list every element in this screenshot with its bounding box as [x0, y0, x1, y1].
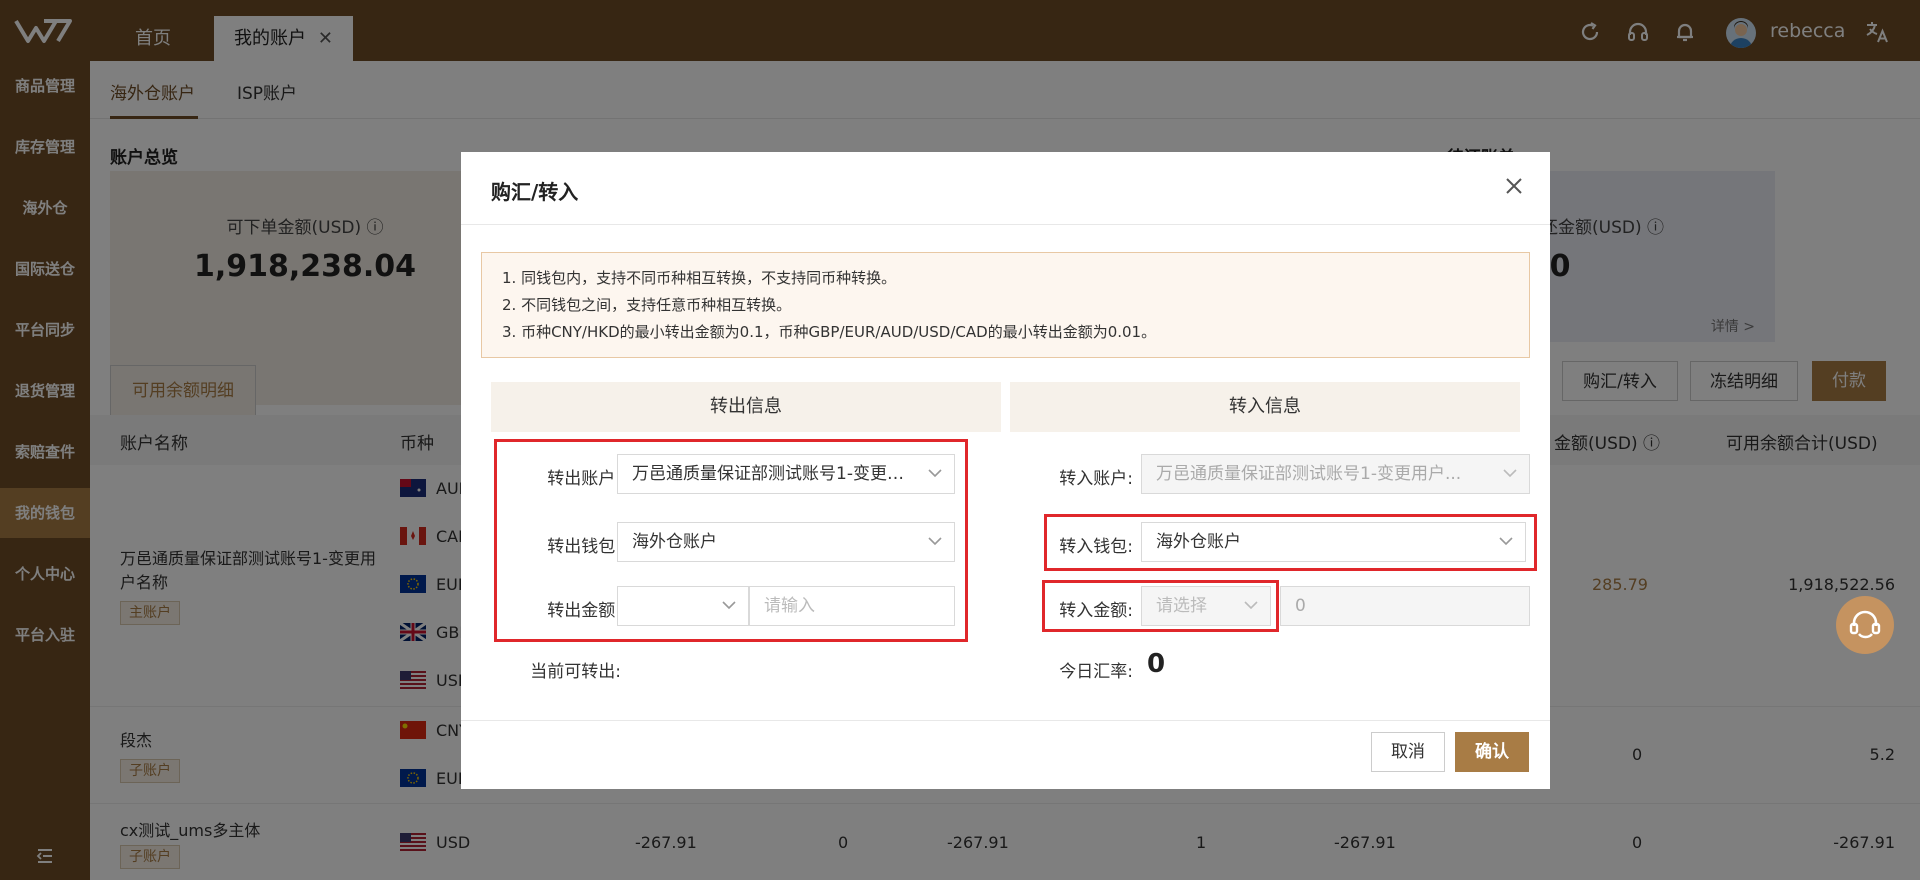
today-rate-label: 今日汇率: [1059, 662, 1133, 682]
in-amount-value: 0 [1295, 596, 1306, 616]
exchange-transfer-dialog: 购汇/转入 1. 同钱包内，支持不同币种相互转换，不支持同币种转换。 2. 不同… [461, 152, 1550, 789]
notice-line-3: 3. 币种CNY/HKD的最小转出金额为0.1，币种GBP/EUR/AUD/US… [502, 323, 1157, 341]
today-rate-value: 0 [1147, 649, 1166, 679]
cancel-button[interactable]: 取消 [1371, 732, 1445, 772]
chevron-down-icon [1503, 469, 1517, 478]
in-wallet-highlight [1044, 514, 1537, 571]
dialog-header-divider [461, 224, 1550, 225]
out-fields-highlight [494, 439, 968, 642]
in-account-value: 万邑通质量保证部测试账号1-变更用户... [1156, 464, 1462, 484]
in-amount-highlight [1042, 580, 1279, 632]
out-panel-title: 转出信息 [491, 382, 1001, 432]
transfer-notice: 1. 同钱包内，支持不同币种相互转换，不支持同币种转换。 2. 不同钱包之间，支… [481, 252, 1530, 358]
customer-service-button[interactable] [1836, 596, 1894, 654]
dialog-footer-divider [461, 720, 1550, 721]
close-icon[interactable] [1504, 176, 1524, 196]
in-account-label: 转入账户: [1059, 469, 1133, 489]
notice-line-2: 2. 不同钱包之间，支持任意币种相互转换。 [502, 296, 792, 314]
confirm-button[interactable]: 确认 [1455, 732, 1529, 772]
in-amount-input[interactable]: 0 [1280, 586, 1530, 626]
in-panel-title: 转入信息 [1010, 382, 1520, 432]
in-account-select[interactable]: 万邑通质量保证部测试账号1-变更用户... [1141, 454, 1530, 494]
support-agent-icon [1849, 610, 1881, 639]
notice-line-1: 1. 同钱包内，支持不同币种相互转换，不支持同币种转换。 [502, 269, 897, 287]
dialog-title: 购汇/转入 [491, 180, 579, 204]
available-transfer-label: 当前可转出: [530, 662, 621, 682]
